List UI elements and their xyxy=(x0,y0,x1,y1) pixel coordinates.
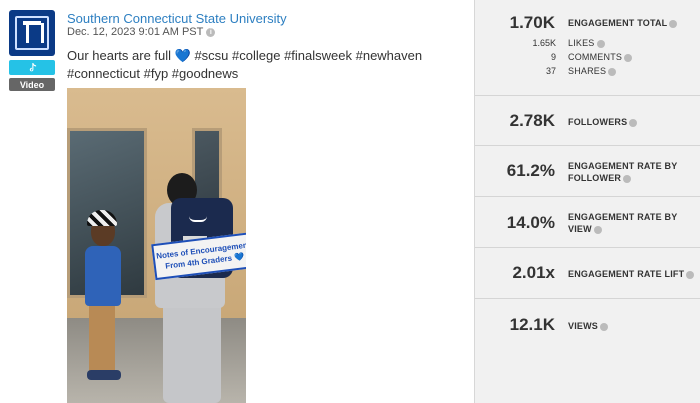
profile-avatar[interactable] xyxy=(9,10,55,56)
engagement-rate-follower-label-line2: FOLLOWER xyxy=(568,173,622,183)
info-icon[interactable] xyxy=(608,67,617,76)
engagement-rate-view-label: ENGAGEMENT RATE BY VIEW xyxy=(568,211,677,235)
engagement-rate-view-value: 14.0% xyxy=(506,213,555,232)
tiktok-icon xyxy=(29,62,36,71)
university-logo-icon xyxy=(15,16,49,50)
shares-label-text: SHARES xyxy=(568,66,607,76)
likes-label: LIKES xyxy=(568,38,605,48)
info-icon[interactable] xyxy=(686,270,695,279)
author-name-link[interactable]: Southern Connecticut State University xyxy=(67,11,287,26)
info-icon[interactable] xyxy=(624,53,633,62)
engagement-rate-lift-label-text: ENGAGEMENT RATE LIFT xyxy=(568,269,685,279)
views-label-text: VIEWS xyxy=(568,321,599,331)
info-icon[interactable] xyxy=(623,174,632,183)
comments-row: 9 COMMENTS xyxy=(475,52,700,65)
info-icon[interactable] xyxy=(593,225,602,234)
engagement-rate-follower-label-line1: ENGAGEMENT RATE BY xyxy=(568,161,678,171)
followers-label-text: FOLLOWERS xyxy=(568,117,628,127)
likes-label-text: LIKES xyxy=(568,38,595,48)
stats-panel: 1.70K ENGAGEMENT TOTAL 1.65K LIKES 9 COM… xyxy=(474,0,700,403)
engagement-rate-follower-block: 61.2% ENGAGEMENT RATE BY FOLLOWER xyxy=(475,146,700,197)
engagement-total-value: 1.70K xyxy=(509,13,555,32)
engagement-rate-lift-value: 2.01x xyxy=(512,263,555,282)
info-icon[interactable] xyxy=(596,39,605,48)
views-value: 12.1K xyxy=(509,315,555,334)
likes-value: 1.65K xyxy=(532,38,556,48)
shares-value: 37 xyxy=(545,66,556,76)
media-type-label: Video xyxy=(9,78,55,91)
photo-child-jacket xyxy=(85,246,121,306)
photo-child-shoes xyxy=(87,370,121,380)
post-caption: Our hearts are full 💙 #scsu #college #fi… xyxy=(67,48,423,81)
photo-child-legs xyxy=(89,306,115,374)
engagement-total-label-text: ENGAGEMENT TOTAL xyxy=(568,18,668,28)
engagement-rate-lift-block: 2.01x ENGAGEMENT RATE LIFT xyxy=(475,248,700,299)
engagement-total-block: 1.70K ENGAGEMENT TOTAL 1.65K LIKES 9 COM… xyxy=(475,0,700,96)
shares-label: SHARES xyxy=(568,66,617,76)
shares-row: 37 SHARES xyxy=(475,66,700,79)
engagement-rate-follower-value: 61.2% xyxy=(506,161,555,180)
engagement-total-label: ENGAGEMENT TOTAL xyxy=(568,17,678,29)
comments-label-text: COMMENTS xyxy=(568,52,623,62)
engagement-rate-view-label-line1: ENGAGEMENT RATE BY xyxy=(568,212,678,222)
info-icon[interactable] xyxy=(600,322,609,331)
photo-student-legs xyxy=(163,306,221,403)
engagement-rate-lift-label: ENGAGEMENT RATE LIFT xyxy=(568,268,695,280)
engagement-rate-follower-label: ENGAGEMENT RATE BY FOLLOWER xyxy=(568,160,677,184)
likes-row: 1.65K LIKES xyxy=(475,38,700,51)
followers-value: 2.78K xyxy=(509,111,555,130)
comments-value: 9 xyxy=(550,52,556,62)
timestamp-text: Dec. 12, 2023 9:01 AM PST xyxy=(67,26,204,38)
views-block: 12.1K VIEWS xyxy=(475,299,700,349)
comments-label: COMMENTS xyxy=(568,52,633,62)
info-icon[interactable] xyxy=(669,19,678,28)
engagement-rate-view-label-line2: VIEW xyxy=(568,224,592,234)
post-timestamp: Dec. 12, 2023 9:01 AM PST i xyxy=(67,26,216,38)
post-media-thumbnail[interactable]: Notes of Encouragement From 4th Graders … xyxy=(67,88,246,403)
tiktok-platform-badge xyxy=(9,60,55,75)
info-icon[interactable]: i xyxy=(206,27,216,37)
followers-label: FOLLOWERS xyxy=(568,116,638,128)
engagement-rate-view-block: 14.0% ENGAGEMENT RATE BY VIEW xyxy=(475,197,700,248)
followers-block: 2.78K FOLLOWERS xyxy=(475,96,700,146)
views-label: VIEWS xyxy=(568,320,609,332)
info-icon[interactable] xyxy=(629,118,638,127)
